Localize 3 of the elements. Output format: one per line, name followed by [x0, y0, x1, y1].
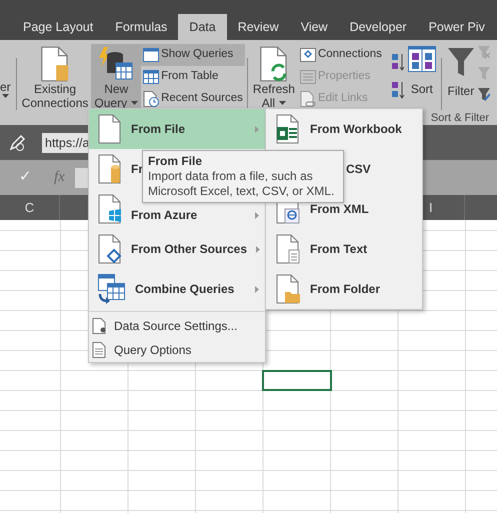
tooltip-title: From File: [148, 154, 204, 169]
tooltip-text: Import data from a file, such as Microsoft Excel, text, CSV, or XML.: [148, 169, 336, 199]
group-label: Sort & Filter: [430, 111, 489, 125]
